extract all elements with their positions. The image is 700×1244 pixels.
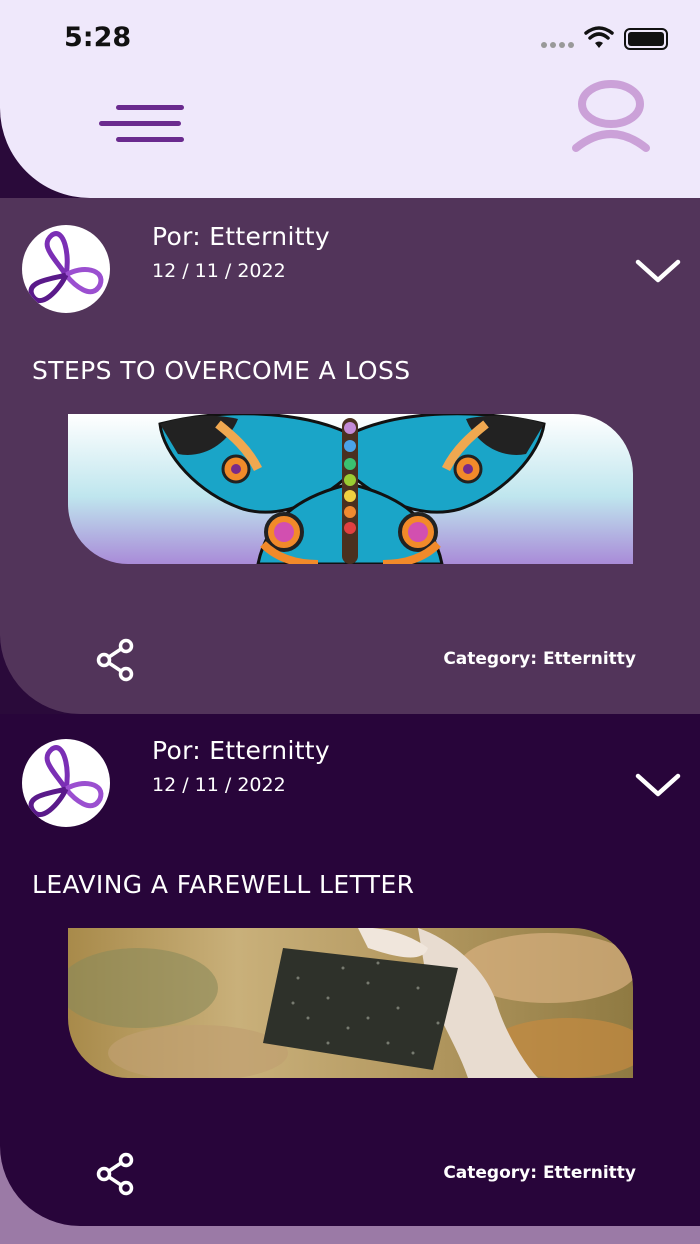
share-icon[interactable]: [96, 638, 136, 682]
post-date: 12 / 11 / 2022: [152, 774, 286, 796]
chevron-down-icon[interactable]: [634, 256, 682, 286]
post-card[interactable]: Por: Etternitty 12 / 11 / 2022 LEAVING A…: [0, 714, 700, 1226]
status-bar: 5:28: [0, 0, 700, 80]
post-date: 12 / 11 / 2022: [152, 260, 286, 282]
post-image-butterfly[interactable]: [68, 414, 633, 564]
post-title[interactable]: LEAVING A FAREWELL LETTER: [32, 870, 414, 899]
post-title[interactable]: STEPS TO OVERCOME A LOSS: [32, 356, 411, 385]
battery-icon: [624, 28, 668, 50]
author-avatar: [22, 739, 110, 827]
post-author: Por: Etternitty: [152, 222, 330, 251]
post-author: Por: Etternitty: [152, 736, 330, 765]
hamburger-menu-icon[interactable]: [96, 100, 188, 146]
author-avatar: [22, 225, 110, 313]
chevron-down-icon[interactable]: [634, 770, 682, 800]
status-time: 5:28: [64, 22, 132, 53]
post-image-letter[interactable]: [68, 928, 633, 1078]
user-profile-icon[interactable]: [568, 80, 654, 160]
share-icon[interactable]: [96, 1152, 136, 1196]
signal-dots-icon: [541, 42, 574, 48]
post-category: Category: Etternitty: [443, 1163, 636, 1183]
post-card[interactable]: Por: Etternitty 12 / 11 / 2022 STEPS TO …: [0, 198, 700, 714]
wifi-icon: [584, 26, 614, 48]
post-category: Category: Etternitty: [443, 649, 636, 669]
